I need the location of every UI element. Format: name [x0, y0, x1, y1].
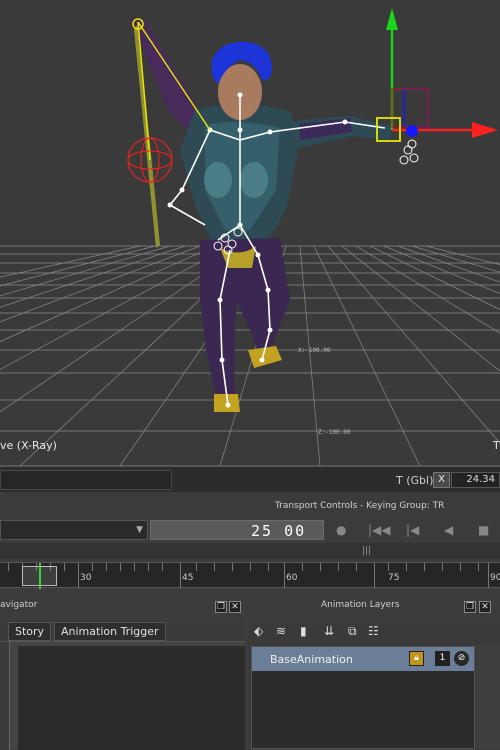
3d-viewport[interactable]: X:-100.00 Z:-100.00 ve (X-Ray) T [0, 0, 500, 466]
timeline-label-75: 75 [388, 573, 400, 583]
timeline-label-90: 90 [490, 573, 500, 583]
transport-scrollbar[interactable]: ||| [0, 543, 500, 559]
timeline-label-30: 30 [80, 573, 92, 583]
add-layer-icon[interactable]: ⬖ [254, 624, 272, 640]
navigator-close-icon[interactable]: ✕ [229, 601, 241, 613]
animation-layers-title: Animation Layers [321, 600, 400, 610]
layers-scrollbar[interactable] [476, 646, 500, 749]
navigator-tree-strip[interactable] [0, 642, 10, 750]
layers-float-icon[interactable]: ❐ [464, 601, 476, 613]
mute-icon[interactable]: ⊘ [454, 651, 469, 666]
scroll-grip-icon[interactable]: ||| [362, 546, 371, 556]
layer-name: BaseAnimation [270, 653, 353, 666]
layers-settings-icon[interactable]: ☷ [368, 624, 386, 640]
timeline-label-60: 60 [286, 573, 298, 583]
transport-controls-header: Transport Controls - Keying Group: TR [0, 495, 500, 517]
navigator-panel-title: avigator [0, 600, 38, 610]
timeline-ruler[interactable]: 30 45 60 75 90 [0, 562, 500, 589]
grid-label-x: X:-100.00 [298, 347, 331, 354]
navigator-body [0, 641, 245, 750]
stop-icon[interactable]: ■ [478, 523, 489, 537]
navigator-content-area[interactable] [18, 646, 245, 750]
axis-x-value-input[interactable]: 24.34 [451, 472, 500, 488]
character-model [130, 18, 392, 412]
viewport-mode-label: ve (X-Ray) [0, 439, 57, 452]
selection-field[interactable] [0, 470, 172, 490]
record-icon[interactable]: ● [336, 523, 346, 537]
animation-layers-panel: ⬖ ≋ ▮ ⇊ ⧉ ☷ BaseAnimation 🔒︎ 1 ⊘ [248, 620, 500, 749]
animation-layers-list: BaseAnimation 🔒︎ 1 ⊘ [251, 646, 475, 749]
tab-animation-trigger[interactable]: Animation Trigger [54, 622, 166, 641]
transform-info-bar: T (Gbl) X 24.34 [0, 466, 500, 492]
navigator-float-icon[interactable]: ❐ [215, 601, 227, 613]
tab-story[interactable]: Story [8, 622, 52, 641]
layer-stack-icon[interactable]: ≋ [276, 624, 294, 640]
navigator-panel: Story Animation Trigger [0, 620, 245, 750]
goto-start-icon[interactable]: |◀◀ [368, 523, 391, 537]
previous-key-icon[interactable]: |◀ [406, 523, 419, 537]
timeline-label-45: 45 [182, 573, 194, 583]
duplicate-layer-icon[interactable]: ⧉ [348, 624, 366, 640]
current-frame-number: 25 00 [251, 522, 307, 540]
lock-icon[interactable]: 🔒︎ [409, 651, 424, 666]
play-backward-icon[interactable]: ◀ [444, 523, 453, 537]
chevron-down-icon: ▼ [136, 525, 143, 535]
layer-solo-badge[interactable]: 1 [435, 651, 450, 666]
viewport-right-label: T [493, 439, 500, 452]
grid-label-z: Z:-100.00 [318, 429, 351, 436]
transport-controls-bar: ▼ 25 00 ● |◀◀ |◀ ◀ ■ [0, 517, 500, 543]
translation-global-label: T (Gbl) [396, 474, 434, 487]
merge-layer-icon[interactable]: ⇊ [324, 624, 342, 640]
delete-layer-icon[interactable]: ▮ [300, 624, 318, 640]
layers-close-icon[interactable]: ✕ [479, 601, 491, 613]
layer-row-base-animation[interactable]: BaseAnimation 🔒︎ 1 ⊘ [252, 647, 474, 671]
current-frame-display[interactable]: 25 00 [150, 520, 324, 540]
timeline-cursor[interactable] [22, 563, 57, 589]
transform-gizmo [376, 8, 498, 142]
current-time-marker[interactable] [39, 563, 41, 589]
axis-x-button[interactable]: X [433, 472, 450, 488]
transport-controls-title: Transport Controls - Keying Group: TR [275, 501, 445, 511]
take-dropdown[interactable]: ▼ [0, 520, 148, 540]
scene-canvas: X:-100.00 Z:-100.00 [0, 8, 500, 466]
